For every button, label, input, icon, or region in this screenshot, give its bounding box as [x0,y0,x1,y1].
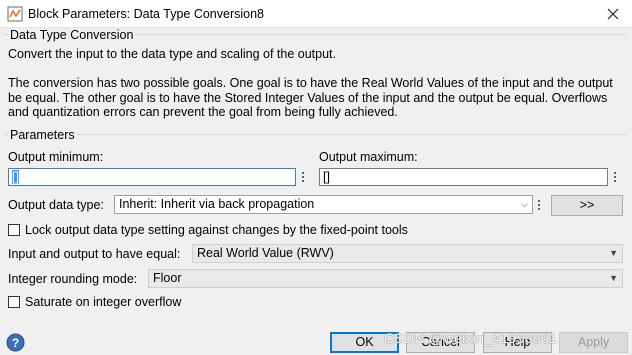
lock-output-checkbox[interactable] [8,224,20,236]
chevron-down-icon: ▼ [609,273,618,283]
data-type-assistant-button[interactable]: >> [551,195,623,216]
input-output-equal-label: Input and output to have equal: [8,247,181,261]
title-bar: Block Parameters: Data Type Conversion8 [0,0,632,28]
rounding-mode-value: Floor [153,271,182,285]
output-minimum-label: Output minimum: [8,150,104,164]
watermark-text: CSDN @weixin_41958861 [384,330,558,346]
description-summary: Convert the input to the data type and s… [8,47,337,61]
simulink-icon [7,6,23,22]
saturate-checkbox[interactable] [8,296,20,308]
apply-button[interactable]: Apply [559,332,628,353]
output-data-type-select[interactable]: Inherit: Inherit via back propagation ⌵ [114,195,533,214]
input-output-equal-select[interactable]: Real World Value (RWV) ▼ [192,244,623,263]
description-paragraph: The conversion has two possible goals. O… [8,76,613,119]
lock-output-label: Lock output data type setting against ch… [25,223,408,237]
help-question-icon[interactable]: ? [6,333,25,352]
output-minimum-value: [] [12,170,19,184]
output-maximum-field[interactable]: [] [319,168,608,186]
output-data-type-value: Inherit: Inherit via back propagation [119,197,315,211]
rounding-mode-select[interactable]: Floor ▼ [148,269,623,288]
chevron-down-icon: ▼ [609,248,618,258]
output-minimum-menu-icon[interactable] [299,168,308,186]
input-output-equal-value: Real World Value (RWV) [197,246,334,260]
parameters-group-label: Parameters [8,128,77,142]
rounding-mode-label: Integer rounding mode: [8,272,138,286]
output-data-type-label: Output data type: [8,198,104,212]
saturate-label: Saturate on integer overflow [25,295,182,309]
window-title: Block Parameters: Data Type Conversion8 [28,7,264,21]
svg-text:?: ? [12,336,19,350]
output-maximum-label: Output maximum: [319,150,418,164]
close-icon[interactable] [604,5,622,23]
output-data-type-menu-icon[interactable] [535,196,544,214]
output-maximum-value: [] [323,170,330,184]
description-group-label: Data Type Conversion [8,28,136,42]
output-minimum-field[interactable]: [] [8,168,296,186]
output-maximum-menu-icon[interactable] [611,168,620,186]
chevron-down-icon: ⌵ [521,199,528,209]
